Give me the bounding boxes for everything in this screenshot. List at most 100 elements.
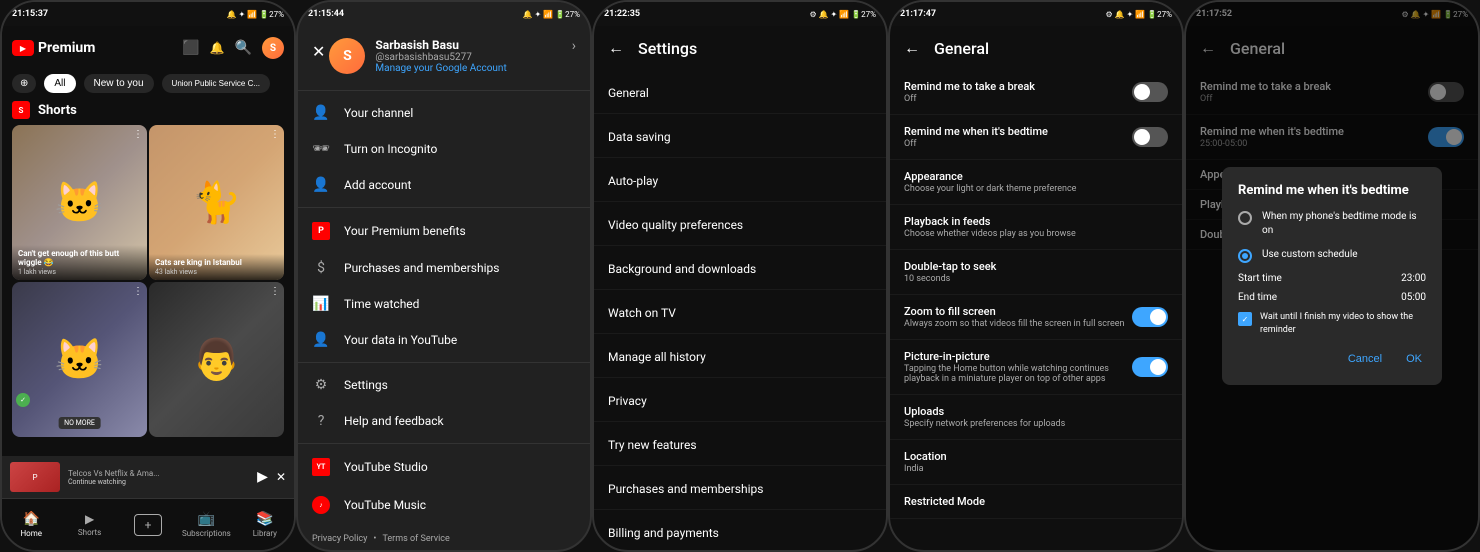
more-options-4[interactable]: ⋮ <box>270 286 280 297</box>
filter-union[interactable]: Union Public Service C... <box>162 74 270 93</box>
cast-icon[interactable]: ⬛ <box>182 40 199 56</box>
menu-close-button[interactable]: ✕ <box>312 42 325 61</box>
short-card-4[interactable]: 👨 ⋮ <box>149 282 284 437</box>
settings-purchases-memberships[interactable]: Purchases and memberships <box>594 466 886 510</box>
double-tap-content: Double-tap to seek 10 seconds <box>904 260 1168 284</box>
general-item-appearance[interactable]: Appearance Choose your light or dark the… <box>890 160 1182 205</box>
search-icon[interactable]: 🔍 <box>235 40 252 56</box>
general-item-restricted[interactable]: Restricted Mode <box>890 485 1182 519</box>
general-item-location[interactable]: Location India <box>890 440 1182 485</box>
settings-billing[interactable]: Billing and payments <box>594 510 886 552</box>
dialog-ok-button[interactable]: OK <box>1402 349 1426 369</box>
break-sub: Off <box>904 94 1132 104</box>
menu-your-data[interactable]: 👤 Your data in YouTube <box>298 322 590 358</box>
menu-yt-music[interactable]: ♪ YouTube Music <box>298 486 590 524</box>
filter-all[interactable]: All <box>44 74 75 93</box>
menu-user-section[interactable]: S Sarbasish Basu @sarbasishbasu5277 Mana… <box>325 38 571 74</box>
subscriptions-label: Subscriptions <box>182 529 231 538</box>
pip-toggle[interactable] <box>1132 357 1168 377</box>
wait-checkbox-row[interactable]: Wait until I finish my video to show the… <box>1238 311 1426 336</box>
menu-header: ✕ S Sarbasish Basu @sarbasishbasu5277 Ma… <box>298 26 590 86</box>
short-card-2[interactable]: 🐈 ⋮ Cats are king in Istanbul 43 lakh vi… <box>149 125 284 280</box>
dialog-cancel-button[interactable]: Cancel <box>1344 349 1386 369</box>
nav-home[interactable]: 🏠 Home <box>2 499 60 550</box>
menu-settings[interactable]: ⚙ Settings <box>298 367 590 403</box>
terms-link[interactable]: Terms of Service <box>382 534 449 544</box>
dialog-option-1[interactable]: When my phone's bedtime mode is on <box>1238 210 1426 238</box>
bedtime-label: Remind me when it's bedtime <box>904 125 1132 138</box>
phone-1: 21:15:37 🔔 ✦ 📶 🔋27% Premium ⬛ 🔔 🔍 S ⊕ Al… <box>0 0 296 552</box>
bedtime-toggle[interactable] <box>1132 127 1168 147</box>
short-card-1[interactable]: 🐱 ⋮ Can't get enough of this butt wiggle… <box>12 125 147 280</box>
general-item-zoom[interactable]: Zoom to fill screen Always zoom so that … <box>890 295 1182 340</box>
more-options-1[interactable]: ⋮ <box>133 129 143 140</box>
radio-custom-schedule[interactable] <box>1238 249 1252 263</box>
help-icon: ? <box>312 413 330 429</box>
create-icon[interactable]: + <box>134 514 162 536</box>
menu-incognito[interactable]: 🕶 Turn on Incognito <box>298 131 590 167</box>
radio-1-label: When my phone's bedtime mode is on <box>1262 210 1426 238</box>
start-time-value[interactable]: 23:00 <box>1401 273 1426 284</box>
nav-library[interactable]: 📚 Library <box>236 499 294 550</box>
double-tap-label: Double-tap to seek <box>904 260 1168 273</box>
short-card-3[interactable]: 🐱 ⋮ ✓ NO MORE <box>12 282 147 437</box>
general-item-playback[interactable]: Playback in feeds Choose whether videos … <box>890 205 1182 250</box>
break-toggle[interactable] <box>1132 82 1168 102</box>
more-options-3[interactable]: ⋮ <box>133 286 143 297</box>
back-button-3[interactable]: ← <box>608 38 624 58</box>
bell-icon[interactable]: 🔔 <box>210 41 225 55</box>
avatar-icon[interactable]: S <box>262 37 284 59</box>
nav-subscriptions[interactable]: 📺 Subscriptions <box>177 499 235 550</box>
settings-general[interactable]: General <box>594 70 886 114</box>
settings-background-downloads[interactable]: Background and downloads <box>594 246 886 290</box>
menu-add-account[interactable]: 👤 Add account <box>298 167 590 203</box>
end-time-value[interactable]: 05:00 <box>1401 292 1426 303</box>
menu-manage-account[interactable]: Manage your Google Account <box>375 63 506 74</box>
zoom-toggle[interactable] <box>1132 307 1168 327</box>
radio-bedtime-mode[interactable] <box>1238 211 1252 225</box>
general-item-pip[interactable]: Picture-in-picture Tapping the Home butt… <box>890 340 1182 395</box>
general-item-bedtime[interactable]: Remind me when it's bedtime Off <box>890 115 1182 160</box>
settings-try-features[interactable]: Try new features <box>594 422 886 466</box>
general-item-break[interactable]: Remind me to take a break Off <box>890 70 1182 115</box>
dialog-option-2[interactable]: Use custom schedule <box>1238 248 1426 263</box>
settings-watch-tv[interactable]: Watch on TV <box>594 290 886 334</box>
menu-purchases[interactable]: $ Purchases and memberships <box>298 250 590 286</box>
settings-manage-history[interactable]: Manage all history <box>594 334 886 378</box>
bottom-nav: 🏠 Home ▶ Shorts + 📺 Subscriptions 📚 Libr… <box>2 498 294 550</box>
status-icons-4: ⚙ 🔔 ✦ 📶 🔋27% <box>1105 10 1172 19</box>
back-button-4[interactable]: ← <box>904 38 920 58</box>
settings-privacy[interactable]: Privacy <box>594 378 886 422</box>
menu-your-channel[interactable]: 👤 Your channel <box>298 95 590 131</box>
appearance-label: Appearance <box>904 170 1168 183</box>
menu-time-watched[interactable]: 📊 Time watched <box>298 286 590 322</box>
wait-checkbox[interactable] <box>1238 312 1252 326</box>
pip-sub: Tapping the Home button while watching c… <box>904 364 1132 384</box>
settings-data-saving[interactable]: Data saving <box>594 114 886 158</box>
filter-new[interactable]: New to you <box>84 74 154 93</box>
menu-premium-benefits[interactable]: P Your Premium benefits <box>298 212 590 250</box>
zoom-content: Zoom to fill screen Always zoom so that … <box>904 305 1132 329</box>
settings-video-quality[interactable]: Video quality preferences <box>594 202 886 246</box>
more-options-2[interactable]: ⋮ <box>270 129 280 140</box>
menu-yt-studio[interactable]: YT YouTube Studio <box>298 448 590 486</box>
footer-separator: • <box>373 534 376 544</box>
short-title-2: Cats are king in Istanbul <box>155 258 278 268</box>
general-item-double-tap[interactable]: Double-tap to seek 10 seconds <box>890 250 1182 295</box>
menu-help[interactable]: ? Help and feedback <box>298 403 590 439</box>
menu-avatar: S <box>329 38 365 74</box>
settings-autoplay[interactable]: Auto-play <box>594 158 886 202</box>
uploads-sub: Specify network preferences for uploads <box>904 419 1168 429</box>
mini-close-button[interactable]: ✕ <box>276 470 286 484</box>
add-account-icon: 👤 <box>312 177 330 193</box>
appearance-sub: Choose your light or dark theme preferen… <box>904 184 1168 194</box>
general-item-uploads[interactable]: Uploads Specify network preferences for … <box>890 395 1182 440</box>
nav-shorts[interactable]: ▶ Shorts <box>60 499 118 550</box>
filter-explore[interactable]: ⊕ <box>12 74 36 93</box>
privacy-policy-link[interactable]: Privacy Policy <box>312 534 367 544</box>
menu-user-info: Sarbasish Basu @sarbasishbasu5277 Manage… <box>375 38 506 74</box>
mini-play-button[interactable]: ▶ <box>257 469 268 485</box>
header-icons: ⬛ 🔔 🔍 S <box>182 37 284 59</box>
time-1: 21:15:37 <box>12 9 48 19</box>
nav-create[interactable]: + <box>119 499 177 550</box>
